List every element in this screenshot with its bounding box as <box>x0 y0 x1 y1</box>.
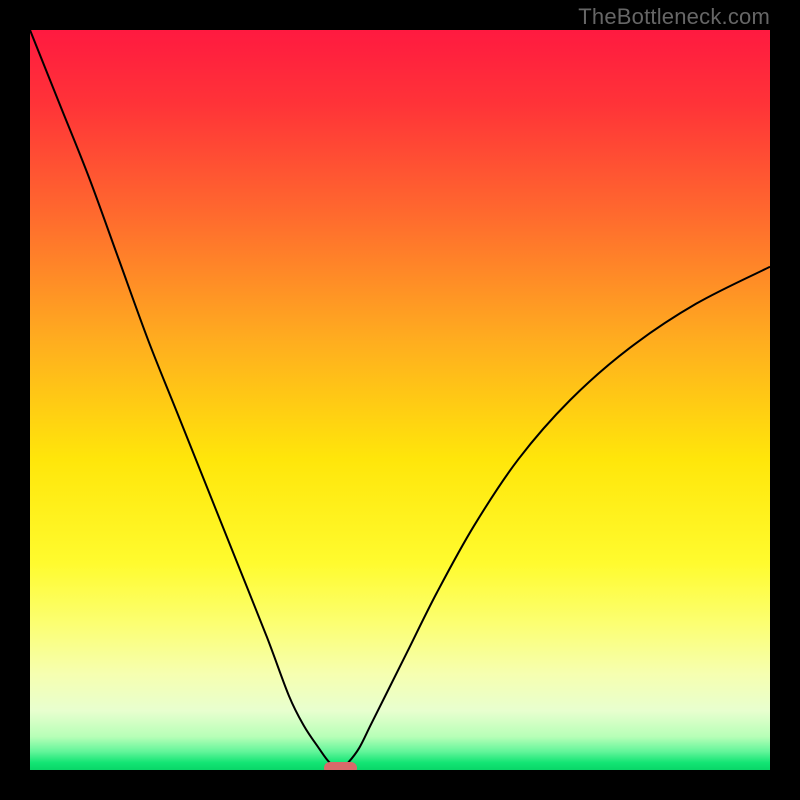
bottleneck-chart <box>30 30 770 770</box>
minimum-marker <box>324 762 357 770</box>
watermark-text: TheBottleneck.com <box>578 4 770 30</box>
plot-area <box>30 30 770 770</box>
chart-frame: TheBottleneck.com <box>0 0 800 800</box>
gradient-background <box>30 30 770 770</box>
